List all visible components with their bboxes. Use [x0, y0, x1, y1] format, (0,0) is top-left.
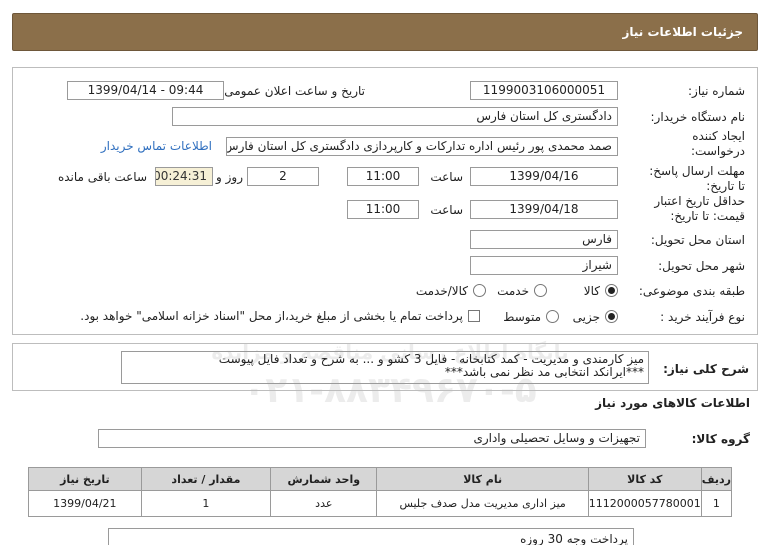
city-label: شهر محل تحویل: [658, 259, 745, 273]
process-medium-label: متوسط [503, 310, 541, 324]
deadline-label-1: مهلت ارسال پاسخ: [649, 164, 745, 178]
cell-name: میز اداری مدیریت مدل صدف جلیس [376, 490, 589, 517]
announce-label: تاریخ و ساعت اعلان عمومی: [220, 84, 365, 98]
days-label: روز و [216, 170, 243, 184]
creator-label-1: ایجاد کننده [692, 129, 745, 143]
province-field: فارس [470, 230, 618, 249]
validity-label-2: قیمت: تا تاریخ: [670, 209, 745, 223]
province-label: استان محل تحویل: [650, 233, 745, 247]
payment-note-box: پرداخت وجه 30 روزه [108, 528, 634, 545]
cell-code: 1112000057780001 [587, 490, 702, 517]
category-label: طبقه بندی موضوعی: [638, 284, 745, 298]
goods-table-header: ردیف کد کالا نام کالا واحد شمارش مقدار /… [28, 467, 733, 491]
goods-table: ردیف کد کالا نام کالا واحد شمارش مقدار /… [28, 467, 733, 517]
contact-buyer-link[interactable]: اطلاعات تماس خریدار [101, 139, 212, 153]
creator-field: صمد محمدی پور رئیس اداره تدارکات و کارپر… [226, 137, 618, 156]
deadline-time-label: ساعت [430, 170, 463, 184]
goods-group-label: گروه کالا: [691, 432, 750, 446]
deadline-date-field: 1399/04/16 [470, 167, 618, 186]
page-title: جزئیات اطلاعات نیاز [622, 25, 743, 39]
category-goods-service-radio[interactable] [473, 284, 486, 297]
col-name: نام کالا [376, 467, 589, 491]
header-bar: جزئیات اطلاعات نیاز [12, 13, 758, 51]
deadline-label-2: تا تاریخ: [706, 179, 745, 193]
creator-label-2: درخواست: [691, 144, 745, 158]
cell-need-date: 1399/04/21 [28, 490, 142, 517]
col-code: کد کالا [587, 467, 702, 491]
process-minor-label: جزیی [572, 310, 600, 324]
table-row: 1 1112000057780001 میز اداری مدیریت مدل … [28, 490, 733, 517]
category-service-label: خدمت [497, 284, 529, 298]
process-minor-radio[interactable] [605, 310, 618, 323]
remaining-time-label: ساعت باقی مانده [57, 170, 147, 184]
treasury-payment-checkbox[interactable] [468, 310, 480, 322]
cell-row: 1 [700, 490, 733, 517]
category-service-radio[interactable] [534, 284, 547, 297]
cell-quantity: 1 [140, 490, 272, 517]
city-field: شیراز [470, 256, 618, 275]
col-need-date: تاریخ نیاز [28, 467, 142, 491]
deadline-time-field: 11:00 [347, 167, 419, 186]
validity-date-field: 1399/04/18 [470, 200, 618, 219]
col-unit: واحد شمارش [270, 467, 378, 491]
description-section: شرح کلی نیاز: میز کارمندی و مدیریت - کمد… [12, 343, 758, 391]
validity-time-field: 11:00 [347, 200, 419, 219]
validity-time-label: ساعت [430, 203, 463, 217]
validity-label-1: حداقل تاریخ اعتبار [654, 194, 745, 208]
description-box: میز کارمندی و مدیریت - کمد کتابخانه - فا… [121, 351, 649, 384]
col-row: ردیف [700, 467, 733, 491]
goods-section-title: اطلاعات کالاهای مورد نیاز [595, 396, 750, 410]
process-medium-radio[interactable] [546, 310, 559, 323]
description-label: شرح کلی نیاز: [663, 362, 749, 376]
need-number-label: شماره نیاز: [688, 84, 745, 98]
cell-unit: عدد [270, 490, 378, 517]
category-goods-radio[interactable] [605, 284, 618, 297]
treasury-payment-note: پرداخت تمام یا بخشی از مبلغ خرید،از محل … [80, 309, 463, 323]
remaining-time-field: 00:24:31 [155, 167, 213, 186]
announce-field: 1399/04/14 - 09:44 [67, 81, 224, 100]
process-label: نوع فرآیند خرید : [660, 310, 745, 324]
goods-group-field: تجهیزات و وسایل تحصیلی واداری [98, 429, 646, 448]
category-goods-service-label: کالا/خدمت [415, 284, 468, 298]
days-field: 2 [247, 167, 319, 186]
category-goods-label: کالا [583, 284, 600, 298]
details-panel: شماره نیاز: 1199003106000051 تاریخ و ساع… [12, 67, 758, 335]
need-number-field: 1199003106000051 [470, 81, 618, 100]
col-quantity: مقدار / تعداد [140, 467, 272, 491]
buyer-field: دادگستری کل استان فارس [172, 107, 618, 126]
description-line-2: ***ایرانکد انتخابی مد نظر نمی باشد*** [444, 365, 644, 379]
buyer-label: نام دستگاه خریدار: [650, 110, 746, 124]
